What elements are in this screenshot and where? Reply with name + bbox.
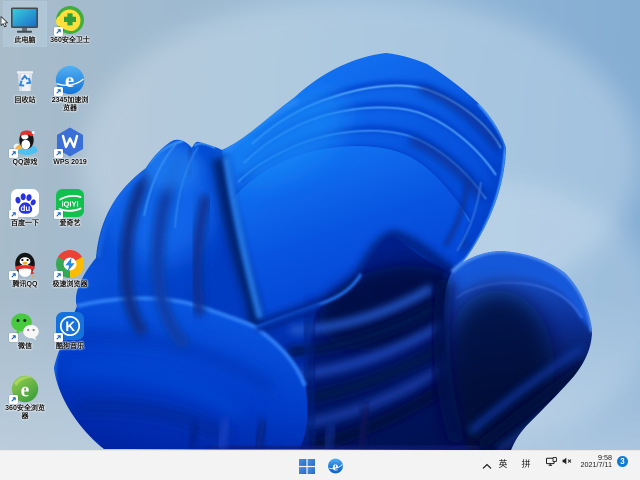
svg-text:e: e <box>332 459 338 474</box>
svg-text:iQIYI: iQIYI <box>61 200 78 209</box>
svg-text:K: K <box>65 319 75 334</box>
svg-text:e: e <box>21 381 30 402</box>
svg-text:e: e <box>65 68 74 92</box>
svg-text:du: du <box>21 204 31 213</box>
